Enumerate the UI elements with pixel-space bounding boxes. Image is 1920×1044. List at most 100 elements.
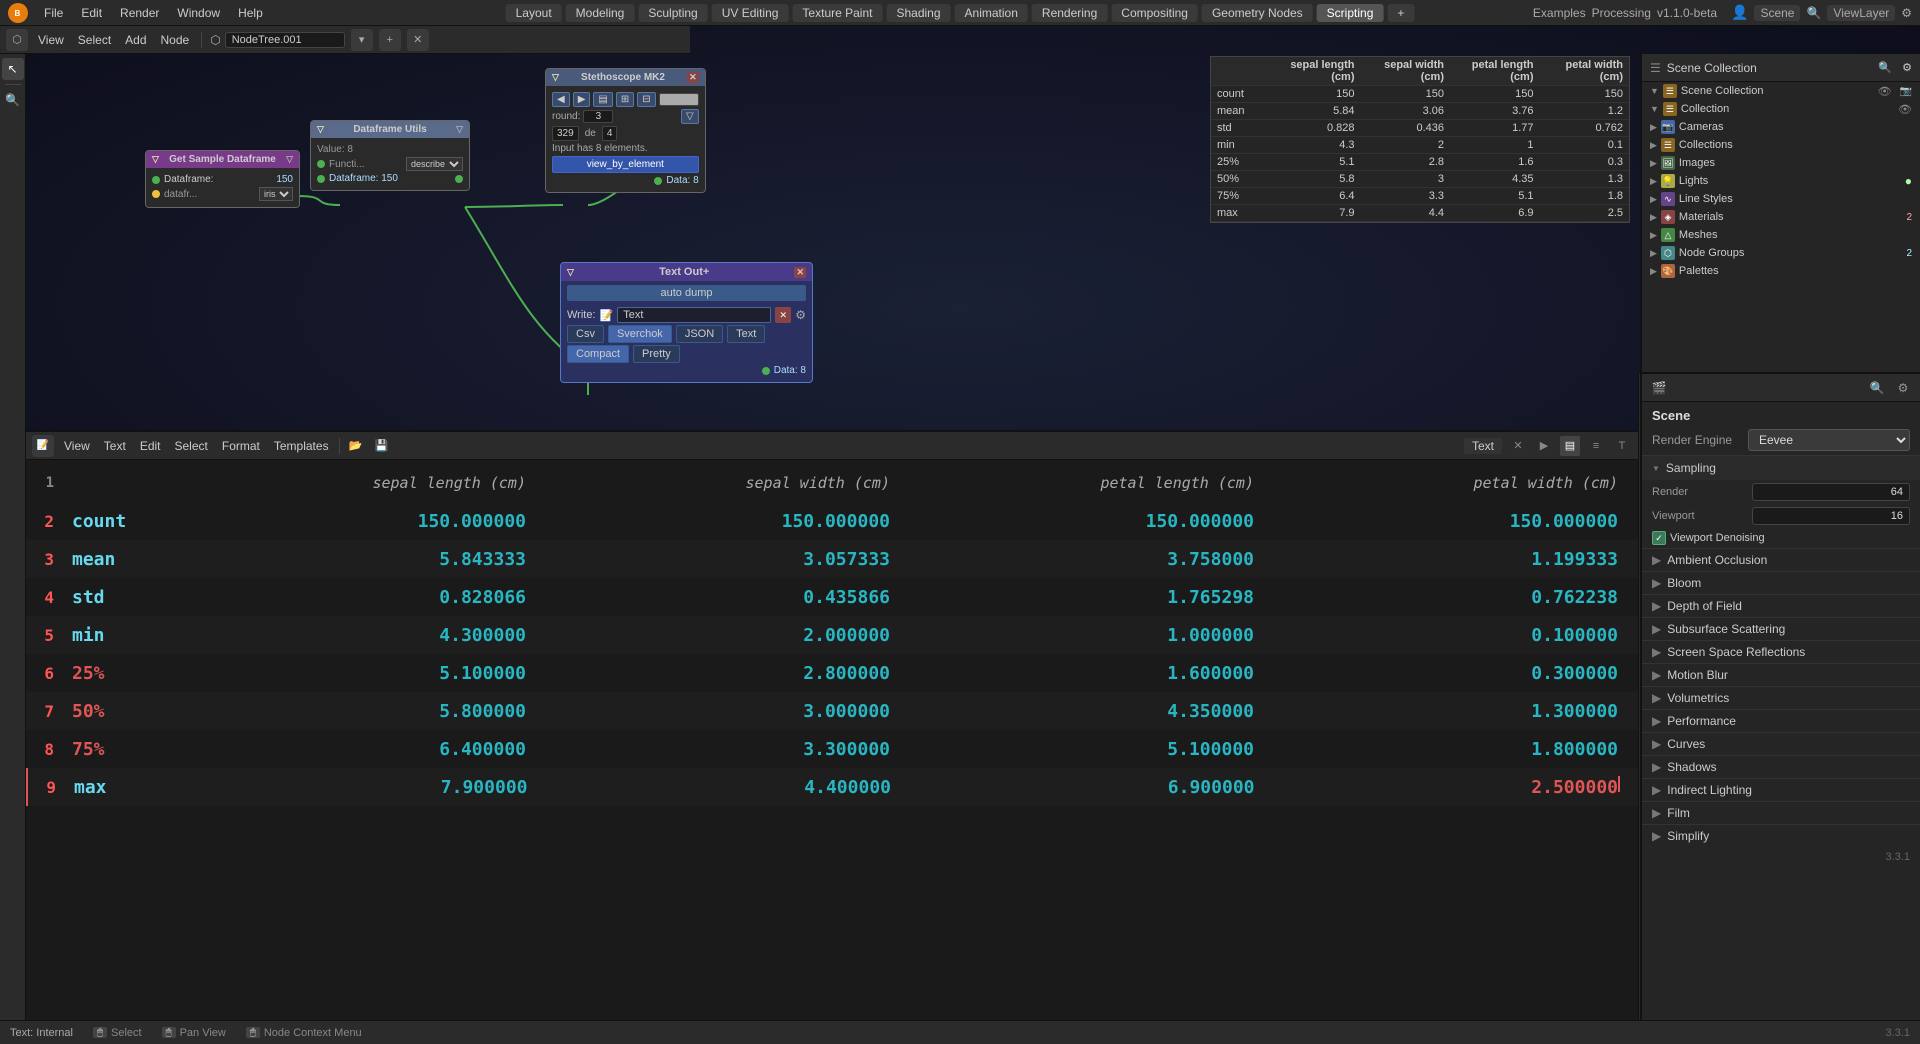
ws-layout[interactable]: Layout (506, 4, 562, 22)
examples-btn[interactable]: Examples (1533, 6, 1586, 20)
props-filter-btn[interactable]: ⚙ (1892, 377, 1914, 399)
outliner-meshes[interactable]: ▶ △ Meshes (1642, 226, 1920, 244)
ws-texture[interactable]: Texture Paint (792, 4, 882, 22)
node-steth-header[interactable]: ▽ Stethoscope MK2 ✕ (546, 69, 705, 86)
ws-uv[interactable]: UV Editing (712, 4, 789, 22)
textout-format-pretty[interactable]: Pretty (633, 345, 680, 363)
ws-add[interactable]: + (1387, 4, 1414, 22)
node-df-utils-header[interactable]: ▽ Dataframe Utils ▽ (311, 121, 469, 138)
node-gs-iris-select[interactable]: iris (259, 187, 293, 201)
outliner-nodegroups[interactable]: ▶ ⬡ Node Groups 2 (1642, 244, 1920, 262)
ws-compositing[interactable]: Compositing (1111, 4, 1198, 22)
scene-collection-render[interactable]: 📷 (1900, 86, 1912, 97)
search-icon[interactable]: 🔍 (1806, 6, 1821, 20)
textout-format-compact[interactable]: Compact (567, 345, 629, 363)
zoom-in-btn[interactable]: 🔍 (2, 89, 24, 111)
sampling-header[interactable]: ▼ Sampling (1642, 456, 1920, 480)
props-type-btn[interactable]: 🎬 (1648, 377, 1670, 399)
te-view-text[interactable]: T (1612, 436, 1632, 456)
curves-section[interactable]: ▶ Curves (1642, 732, 1920, 755)
steth-btn-5[interactable]: ⊟ (637, 92, 655, 107)
outliner-cameras[interactable]: ▶ 📷 Cameras (1642, 118, 1920, 136)
film-section[interactable]: ▶ Film (1642, 801, 1920, 824)
steth-btn-4[interactable]: ⊞ (616, 92, 634, 107)
depth-of-field-section[interactable]: ▶ Depth of Field (1642, 594, 1920, 617)
ws-animation[interactable]: Animation (955, 4, 1028, 22)
textout-tab-csv[interactable]: Csv (567, 325, 604, 343)
steth-btn-1[interactable]: ◀ (552, 92, 570, 107)
indirect-lighting-section[interactable]: ▶ Indirect Lighting (1642, 778, 1920, 801)
textout-close-btn[interactable]: ✕ (775, 307, 791, 323)
view-menu[interactable]: View (34, 33, 68, 47)
textout-settings-btn[interactable]: ⚙ (795, 308, 806, 322)
nodetree-browse-btn[interactable]: ▾ (351, 29, 373, 51)
collection-eye[interactable]: 👁 (1898, 103, 1912, 116)
ws-rendering[interactable]: Rendering (1032, 4, 1107, 22)
outliner-materials[interactable]: ▶ ◈ Materials 2 (1642, 208, 1920, 226)
nodetree-name-input[interactable] (225, 32, 345, 48)
select-menu[interactable]: Select (74, 33, 115, 47)
simplify-section[interactable]: ▶ Simplify (1642, 824, 1920, 847)
processing-btn[interactable]: Processing (1592, 6, 1651, 20)
node-df-utils-filter-icon[interactable]: ▽ (456, 124, 463, 135)
render-engine-select[interactable]: Eevee Cycles (1748, 429, 1910, 451)
nodetree-new-btn[interactable]: + (379, 29, 401, 51)
outliner-filter-icon[interactable]: ⚙ (1902, 61, 1912, 74)
collection-label[interactable]: Collection (1681, 103, 1729, 115)
filter-icon[interactable]: ⚙ (1901, 6, 1912, 20)
te-edit-menu[interactable]: Edit (136, 439, 165, 453)
node-dfu-func-select[interactable]: describe (406, 157, 463, 171)
textout-tab-json[interactable]: JSON (676, 325, 723, 343)
viewlayer-select[interactable]: ViewLayer (1827, 5, 1895, 21)
render-value[interactable]: 64 (1752, 483, 1910, 501)
te-tab-name[interactable]: Text (1464, 438, 1502, 454)
shadows-section[interactable]: ▶ Shadows (1642, 755, 1920, 778)
viewport-value[interactable]: 16 (1752, 507, 1910, 525)
steth-btn-3[interactable]: ▤ (593, 92, 612, 107)
ambient-occlusion-section[interactable]: ▶ Ambient Occlusion (1642, 548, 1920, 571)
te-select-menu[interactable]: Select (171, 439, 212, 453)
menu-file[interactable]: File (36, 4, 71, 22)
node-steth-close[interactable]: ✕ (687, 72, 699, 83)
textout-tab-text[interactable]: Text (727, 325, 765, 343)
props-search-btn[interactable]: 🔍 (1866, 377, 1888, 399)
ws-geometry[interactable]: Geometry Nodes (1202, 4, 1313, 22)
nodetree-close-btn[interactable]: ✕ (407, 29, 429, 51)
steth-color-input[interactable] (659, 93, 699, 106)
add-menu[interactable]: Add (121, 33, 150, 47)
subsurface-scattering-section[interactable]: ▶ Subsurface Scattering (1642, 617, 1920, 640)
editor-type-btn[interactable]: ⬡ (6, 29, 28, 51)
outliner-linestyles[interactable]: ▶ ∿ Line Styles (1642, 190, 1920, 208)
te-type-btn[interactable]: 📝 (32, 435, 54, 457)
denoising-checkbox[interactable]: ✓ (1652, 531, 1666, 545)
ws-modeling[interactable]: Modeling (566, 4, 635, 22)
volumetrics-section[interactable]: ▶ Volumetrics (1642, 686, 1920, 709)
menu-window[interactable]: Window (169, 4, 228, 22)
scene-select[interactable]: Scene (1754, 5, 1800, 21)
select-tool[interactable]: ↖ (2, 58, 24, 80)
outliner-palettes[interactable]: ▶ 🎨 Palettes (1642, 262, 1920, 280)
steth-btn-2[interactable]: ▶ (573, 92, 591, 107)
textout-autodump-btn[interactable]: auto dump (567, 285, 806, 301)
textout-write-input[interactable] (617, 307, 771, 323)
scene-collection-eye[interactable]: 👁 (1878, 85, 1892, 98)
node-menu[interactable]: Node (157, 33, 194, 47)
te-view-list[interactable]: ≡ (1586, 436, 1606, 456)
steth-round-input[interactable] (583, 110, 613, 123)
te-save-icon[interactable]: 💾 (372, 436, 392, 456)
te-templates-menu[interactable]: Templates (270, 439, 333, 453)
te-close-icon[interactable]: ✕ (1508, 436, 1528, 456)
te-view-grid[interactable]: ▤ (1560, 436, 1580, 456)
ws-shading[interactable]: Shading (886, 4, 950, 22)
textout-tab-sverchok[interactable]: Sverchok (608, 325, 672, 343)
steth-view-btn[interactable]: view_by_element (552, 156, 699, 173)
te-format-menu[interactable]: Format (218, 439, 264, 453)
ws-scripting[interactable]: Scripting (1317, 4, 1384, 22)
outliner-images[interactable]: ▶ 🖼 Images (1642, 154, 1920, 172)
bloom-section[interactable]: ▶ Bloom (1642, 571, 1920, 594)
ws-sculpting[interactable]: Sculpting (638, 4, 707, 22)
te-run-icon[interactable]: ▶ (1534, 436, 1554, 456)
performance-section[interactable]: ▶ Performance (1642, 709, 1920, 732)
node-textout-header[interactable]: ▽ Text Out+ ✕ (561, 263, 812, 281)
outliner-lights[interactable]: ▶ 💡 Lights ● (1642, 172, 1920, 190)
